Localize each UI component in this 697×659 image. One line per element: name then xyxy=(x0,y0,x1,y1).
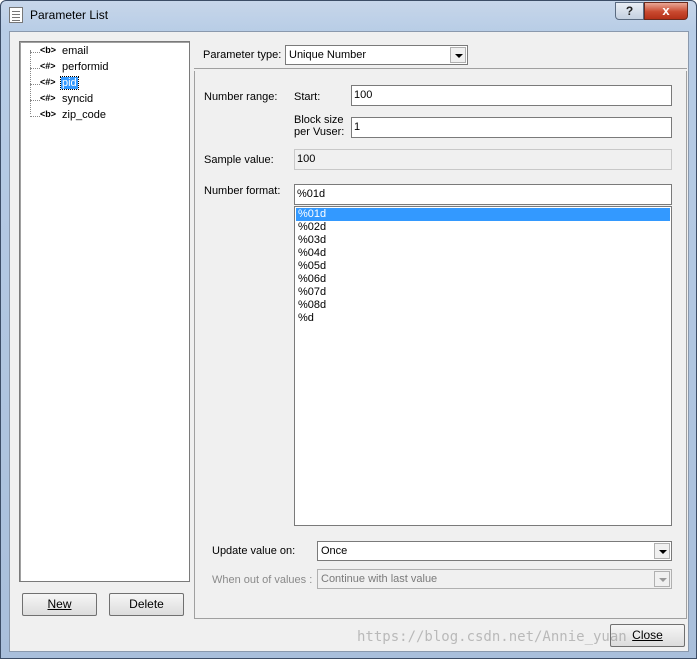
close-button-label: Close xyxy=(632,628,663,642)
dialog-client-area: <b> email <#> performid <#> pid <#> sync… xyxy=(9,31,689,652)
chevron-down-icon xyxy=(654,571,670,587)
list-item[interactable]: %d xyxy=(296,312,670,325)
parameter-type-dropdown[interactable]: Unique Number xyxy=(285,45,468,65)
number-format-list[interactable]: %01d %02d %03d %04d %05d %06d %07d %08d … xyxy=(294,206,672,526)
delete-button[interactable]: Delete xyxy=(109,593,184,616)
parameter-list-window: Parameter List ? x <b> email <#> perform… xyxy=(0,0,697,659)
list-item[interactable]: %08d xyxy=(296,299,670,312)
list-item[interactable]: %06d xyxy=(296,273,670,286)
update-value-dropdown[interactable]: Once xyxy=(317,541,672,561)
watermark-text: https://blog.csdn.net/Annie_yuan xyxy=(357,629,627,645)
start-input[interactable]: 100 xyxy=(351,85,672,106)
window-title: Parameter List xyxy=(30,8,109,22)
update-value-value: Once xyxy=(321,545,348,557)
block-size-input[interactable]: 1 xyxy=(351,117,672,138)
tree-item-zip-code[interactable]: <b> zip_code xyxy=(20,108,180,124)
update-value-label: Update value on: xyxy=(212,545,296,557)
window-close-button[interactable]: x xyxy=(644,2,688,20)
number-format-label: Number format: xyxy=(204,185,281,197)
tree-item-label: zip_code xyxy=(62,109,107,121)
tree-item-email[interactable]: <b> email xyxy=(20,44,180,60)
binary-param-icon: <b> xyxy=(40,109,57,119)
list-item[interactable]: %01d xyxy=(296,208,670,221)
number-param-icon: <#> xyxy=(40,93,56,103)
parameter-type-value: Unique Number xyxy=(289,49,367,61)
number-range-label: Number range: xyxy=(204,91,278,103)
chevron-down-icon[interactable] xyxy=(654,543,670,559)
tree-item-label: syncid xyxy=(62,93,94,105)
parameter-tree[interactable]: <b> email <#> performid <#> pid <#> sync… xyxy=(19,41,190,582)
parameter-properties-panel: Number range: Start: 100 Block size per … xyxy=(194,71,687,619)
out-of-values-dropdown: Continue with last value xyxy=(317,569,672,589)
sample-value-field: 100 xyxy=(294,149,672,170)
tree-branch xyxy=(30,100,40,101)
new-button[interactable]: New xyxy=(22,593,97,616)
out-of-values-value: Continue with last value xyxy=(321,573,438,585)
list-item[interactable]: %05d xyxy=(296,260,670,273)
help-button[interactable]: ? xyxy=(615,2,644,20)
list-item[interactable]: %03d xyxy=(296,234,670,247)
tree-item-label: email xyxy=(62,45,89,57)
number-format-input[interactable]: %01d xyxy=(294,184,672,205)
binary-param-icon: <b> xyxy=(40,45,57,55)
tree-branch xyxy=(30,68,40,69)
tree-item-pid[interactable]: <#> pid xyxy=(20,76,180,92)
tree-branch xyxy=(30,116,40,117)
parameter-type-row: Parameter type: Unique Number xyxy=(194,41,687,69)
new-button-label: New xyxy=(47,597,72,611)
chevron-down-icon[interactable] xyxy=(450,47,466,63)
number-param-icon: <#> xyxy=(40,77,56,87)
sample-value-label: Sample value: xyxy=(204,154,274,166)
list-item[interactable]: %02d xyxy=(296,221,670,234)
list-item[interactable]: %07d xyxy=(296,286,670,299)
tree-item-label: performid xyxy=(62,61,109,73)
tree-item-syncid[interactable]: <#> syncid xyxy=(20,92,180,108)
title-bar[interactable]: Parameter List ? x xyxy=(1,1,696,29)
parameter-list-icon xyxy=(9,7,23,23)
tree-branch xyxy=(30,52,40,53)
out-of-values-label: When out of values : xyxy=(212,574,313,586)
tree-branch xyxy=(30,84,40,85)
block-size-label-line2: per Vuser: xyxy=(294,126,345,138)
number-param-icon: <#> xyxy=(40,61,56,71)
list-item[interactable]: %04d xyxy=(296,247,670,260)
tree-item-performid[interactable]: <#> performid xyxy=(20,60,180,76)
start-label: Start: xyxy=(294,91,321,103)
block-size-label: Block size xyxy=(294,114,344,126)
parameter-type-label: Parameter type: xyxy=(203,49,282,61)
tree-item-label-selected: pid xyxy=(60,76,79,90)
